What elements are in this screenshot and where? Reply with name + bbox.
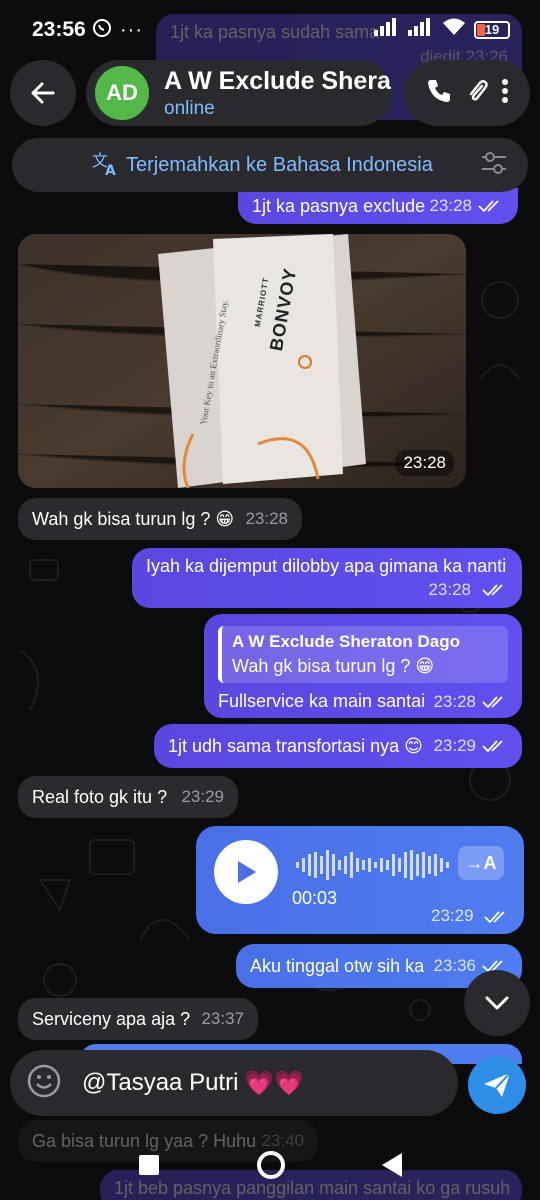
send-icon [484, 1072, 511, 1097]
read-check-icon [484, 911, 505, 924]
message-time: 23:28 [433, 691, 476, 711]
voice-duration: 00:03 [292, 888, 338, 908]
message-time: 23:28 [429, 196, 472, 215]
navigation-bar [0, 1130, 540, 1200]
message-composer[interactable]: @Tasyaa Putri 💗💗 [10, 1050, 458, 1116]
reply-text: Wah gk bisa turun lg ? 😁 [232, 656, 435, 676]
message-text: 1jt ka pasnya exclude [252, 195, 426, 216]
status-left-icons: ··· [92, 18, 143, 43]
home-circle-icon [257, 1151, 285, 1179]
translate-icon: 文A [92, 150, 120, 181]
square-icon [139, 1155, 159, 1175]
play-button[interactable] [214, 840, 278, 904]
message-input[interactable]: @Tasyaa Putri 💗💗 [82, 1069, 304, 1098]
scroll-down-button[interactable] [464, 970, 530, 1036]
read-check-icon [482, 584, 503, 597]
message-incoming[interactable]: Wah gk bisa turun lg ? 😁 23:28 [18, 498, 302, 540]
waveform[interactable] [296, 848, 456, 882]
message-outgoing[interactable]: Iyah ka dijemput dilobby apa gimana ka n… [132, 548, 522, 608]
attach-button[interactable] [466, 78, 488, 109]
wifi-icon [442, 18, 466, 41]
emoji-button[interactable] [26, 1063, 62, 1104]
paperclip-icon [469, 79, 488, 100]
status-time: 23:56 [32, 18, 86, 41]
message-time: 23:29 [181, 787, 224, 806]
read-check-icon [482, 740, 503, 753]
message-time: 23:29 [433, 736, 476, 755]
message-text: Wah gk bisa turun lg ? 😁 [32, 508, 235, 529]
voice-message[interactable]: →A 00:03 23:29 [196, 826, 524, 934]
message-incoming[interactable]: Real foto gk itu ? 23:29 [18, 776, 238, 818]
message-text: Aku tinggal otw sih ka [250, 955, 425, 976]
send-button[interactable] [468, 1056, 526, 1114]
smiley-icon [27, 1064, 61, 1097]
message-text: Iyah ka dijemput dilobby apa gimana ka n… [146, 556, 507, 576]
back-button[interactable] [10, 60, 76, 126]
arrow-left-icon [31, 82, 55, 104]
message-text: Fullservice ka main santai [218, 691, 426, 711]
transcribe-button[interactable]: →A [458, 846, 504, 880]
back-nav-button[interactable] [380, 1152, 404, 1183]
phone-icon [427, 79, 450, 102]
recents-button[interactable] [138, 1154, 160, 1181]
home-button[interactable] [256, 1150, 286, 1185]
translate-bar[interactable]: 文A Terjemahkan ke Bahasa Indonesia [12, 138, 528, 192]
message-time: 23:37 [201, 1009, 244, 1028]
more-options-button[interactable] [501, 78, 509, 109]
chevron-down-icon [485, 996, 509, 1010]
message-time: 23:28 [428, 580, 471, 599]
message-text: 1jt udh sama transfortasi nya 😊 [168, 735, 423, 756]
signal-icon-2 [408, 18, 434, 41]
read-check-icon [482, 695, 503, 708]
svg-text:A: A [105, 163, 116, 176]
chat-header[interactable]: AD A W Exclude Shera online [86, 60, 392, 126]
whatsapp-notification-icon [92, 18, 112, 43]
more-vertical-icon [502, 78, 509, 103]
status-bar: 23:56 ··· 19 [0, 0, 540, 56]
reply-author: A W Exclude Sheraton Dago [232, 632, 460, 651]
message-time: 23:28 [245, 509, 288, 528]
read-check-icon [478, 200, 499, 213]
header-actions [404, 60, 530, 126]
photo-message[interactable]: MARRIOTT BONVOY Your Key to an Extraordi… [18, 234, 466, 488]
sliders-icon [482, 151, 506, 174]
avatar[interactable]: AD [92, 63, 152, 123]
message-outgoing[interactable]: 1jt udh sama transfortasi nya 😊 23:29 [154, 724, 522, 768]
play-icon [238, 861, 256, 883]
triangle-back-icon [382, 1153, 402, 1177]
message-outgoing-reply[interactable]: A W Exclude Sheraton Dago Wah gk bisa tu… [204, 614, 522, 718]
reply-quote[interactable]: A W Exclude Sheraton Dago Wah gk bisa tu… [218, 626, 508, 683]
message-text: Serviceny apa aja ? [32, 1008, 191, 1029]
message-time: 23:29 [431, 906, 474, 925]
contact-name: A W Exclude Shera [164, 66, 391, 95]
translate-settings-button[interactable] [480, 151, 508, 180]
message-input-text: @Tasyaa Putri [82, 1069, 239, 1096]
status-right-icons: 19 [374, 18, 510, 41]
battery-level: 19 [484, 22, 500, 37]
message-time: 23:28 [395, 450, 454, 476]
message-incoming[interactable]: Serviceny apa aja ? 23:37 [18, 998, 258, 1040]
call-button[interactable] [425, 77, 453, 110]
contact-status: online [164, 97, 215, 119]
signal-icon [374, 18, 400, 41]
more-notifications-icon: ··· [120, 19, 143, 41]
message-outgoing[interactable]: 1jt ka pasnya exclude 23:28 [238, 188, 518, 224]
message-input-emoji: 💗💗 [244, 1069, 305, 1097]
message-time: 23:36 [433, 956, 476, 975]
battery-icon: 19 [474, 20, 510, 39]
hotel-keycard-photo [18, 234, 466, 488]
translate-label: Terjemahkan ke Bahasa Indonesia [126, 153, 433, 176]
message-text: Real foto gk itu ? [32, 786, 168, 807]
